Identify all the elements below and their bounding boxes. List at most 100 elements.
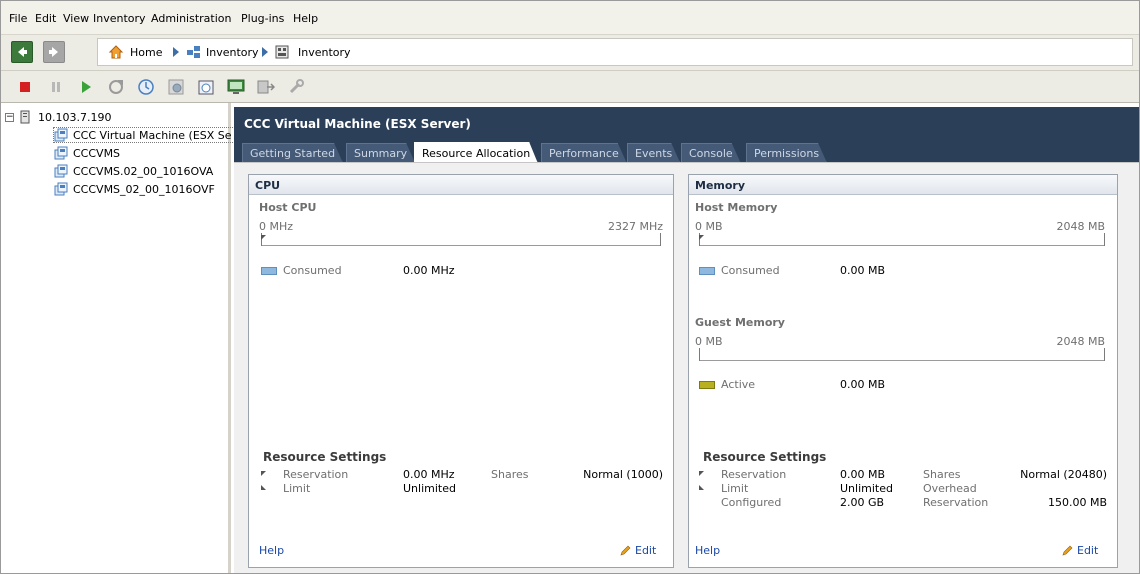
snapshot-icon	[138, 79, 154, 95]
tab-permissions[interactable]: Permissions	[746, 143, 827, 163]
tree-vm-label: CCC Virtual Machine (ESX Se	[73, 128, 232, 142]
menu-help[interactable]: Help	[293, 12, 318, 25]
reservation-marker-icon	[261, 471, 266, 476]
power-off-icon	[20, 82, 30, 92]
snapshot-manager-button[interactable]	[197, 78, 215, 96]
memory-overhead-reservation-label: Reservation	[923, 496, 989, 509]
menu-inventory[interactable]: Inventory	[93, 12, 146, 25]
tree-vm-item[interactable]: CCCVMS_02_00_1016OVF	[54, 181, 215, 197]
tab-resource-allocation[interactable]: Resource Allocation	[414, 142, 538, 164]
edit-pencil-icon[interactable]	[1061, 545, 1073, 557]
host-server-icon	[20, 110, 30, 124]
tree-vm-label: CCCVMS_02_00_1016OVF	[73, 182, 215, 196]
tree-vm-item[interactable]: CCCVMS	[54, 145, 120, 161]
navigation-bar: Home Inventory Inventory	[1, 35, 1139, 71]
cpu-consumed-label: Consumed	[283, 264, 342, 277]
memory-active-label: Active	[721, 378, 756, 391]
cpu-help-link[interactable]: Help	[259, 544, 284, 557]
cpu-panel: CPU Host CPU 0 MHz 2327 MHz Consumed 0.0…	[248, 174, 674, 568]
guest-memory-usage-bar	[699, 348, 1105, 361]
memory-limit-value: Unlimited	[840, 482, 893, 495]
memory-configured-value: 2.00 GB	[840, 496, 885, 509]
power-on-button[interactable]	[77, 78, 95, 96]
memory-shares-label: Shares	[923, 468, 961, 481]
resource-allocation-content: CPU Host CPU 0 MHz 2327 MHz Consumed 0.0…	[234, 162, 1139, 573]
cpu-shares-label: Shares	[491, 468, 529, 481]
breadcrumb-home[interactable]: Home	[130, 46, 162, 59]
memory-panel: Memory Host Memory 0 MB 2048 MB Consumed…	[688, 174, 1118, 568]
cpu-reservation-marker-icon	[261, 235, 266, 240]
tree-vm-label: CCCVMS.02_00_1016OVA	[73, 164, 214, 178]
tree-vm-item[interactable]: CCCVMS.02_00_1016OVA	[54, 163, 213, 179]
menu-edit[interactable]: Edit	[35, 12, 56, 25]
memory-active-value: 0.00 MB	[840, 378, 886, 391]
cpu-max-label: 2327 MHz	[607, 220, 663, 233]
cpu-edit-link[interactable]: Edit	[635, 544, 656, 557]
memory-edit-link[interactable]: Edit	[1077, 544, 1098, 557]
tools-icon	[289, 79, 304, 94]
memory-reservation-marker-icon	[699, 235, 704, 240]
tab-getting-started[interactable]: Getting Started	[242, 143, 343, 163]
forward-button[interactable]	[43, 41, 65, 63]
main-panel: CCC Virtual Machine (ESX Server) Getting…	[234, 103, 1139, 573]
virtual-machine-icon	[54, 146, 68, 160]
menu-file[interactable]: File	[9, 12, 27, 25]
memory-reservation-value: 0.00 MB	[840, 468, 886, 481]
reservation-marker-icon	[699, 471, 704, 476]
tree-host-row[interactable]: − 10.103.7.190	[5, 109, 111, 125]
back-button[interactable]	[11, 41, 33, 63]
open-console-button[interactable]	[227, 78, 245, 96]
vms-and-templates-icon	[275, 45, 289, 59]
tab-performance[interactable]: Performance	[541, 143, 627, 163]
power-off-button[interactable]	[16, 78, 34, 96]
cpu-reservation-label: Reservation	[283, 468, 349, 481]
guest-memory-max-label: 2048 MB	[1056, 335, 1105, 348]
memory-resource-settings-heading: Resource Settings	[703, 450, 827, 464]
edit-pencil-icon[interactable]	[619, 545, 631, 557]
suspend-icon	[52, 82, 60, 92]
tab-console[interactable]: Console	[681, 143, 741, 163]
tree-vm-item[interactable]: CCC Virtual Machine (ESX Se	[53, 127, 235, 143]
consumed-legend-swatch	[261, 267, 277, 275]
active-legend-swatch	[699, 381, 715, 389]
menu-administration[interactable]: Administration	[151, 12, 232, 25]
cpu-shares-value: Normal (1000)	[583, 468, 663, 481]
menu-bar: File Edit View Inventory Administration …	[1, 1, 1139, 35]
vsphere-client-window: File Edit View Inventory Administration …	[0, 0, 1140, 574]
memory-help-link[interactable]: Help	[695, 544, 720, 557]
home-icon	[108, 45, 124, 59]
breadcrumb-inventory[interactable]: Inventory	[206, 46, 259, 59]
tree-vm-label: CCCVMS	[73, 146, 121, 160]
collapse-icon[interactable]: −	[5, 112, 14, 122]
tools-button[interactable]	[287, 78, 305, 96]
inventory-tree: − 10.103.7.190 CCC Virtual Machine (ESX …	[1, 103, 235, 573]
memory-limit-label: Limit	[721, 482, 749, 495]
breadcrumb-inventory-current[interactable]: Inventory	[298, 46, 351, 59]
cpu-usage-bar	[261, 233, 661, 246]
console-icon	[227, 79, 245, 94]
cpu-limit-label: Limit	[283, 482, 311, 495]
back-arrow-icon	[18, 47, 27, 57]
memory-panel-header: Memory	[689, 175, 1117, 195]
revert-snapshot-icon	[168, 79, 184, 95]
reset-icon	[109, 80, 123, 94]
virtual-machine-icon	[54, 128, 68, 142]
breadcrumb-separator-icon	[173, 47, 179, 57]
breadcrumb-separator-icon	[262, 47, 268, 57]
memory-configured-label: Configured	[721, 496, 782, 509]
tab-events[interactable]: Events	[627, 143, 680, 163]
suspend-button[interactable]	[47, 78, 65, 96]
migrate-button[interactable]	[257, 78, 275, 96]
tree-host-label: 10.103.7.190	[38, 110, 112, 124]
memory-overhead-label: Overhead	[923, 482, 977, 495]
take-snapshot-button[interactable]	[137, 78, 155, 96]
menu-view[interactable]: View	[63, 12, 89, 25]
revert-snapshot-button[interactable]	[167, 78, 185, 96]
memory-consumed-value: 0.00 MB	[840, 264, 886, 277]
menu-plugins[interactable]: Plug-ins	[241, 12, 284, 25]
tab-summary[interactable]: Summary	[346, 143, 415, 163]
host-memory-usage-bar	[699, 233, 1105, 246]
guest-memory-min-label: 0 MB	[695, 335, 723, 348]
reset-button[interactable]	[107, 78, 125, 96]
memory-consumed-label: Consumed	[721, 264, 780, 277]
